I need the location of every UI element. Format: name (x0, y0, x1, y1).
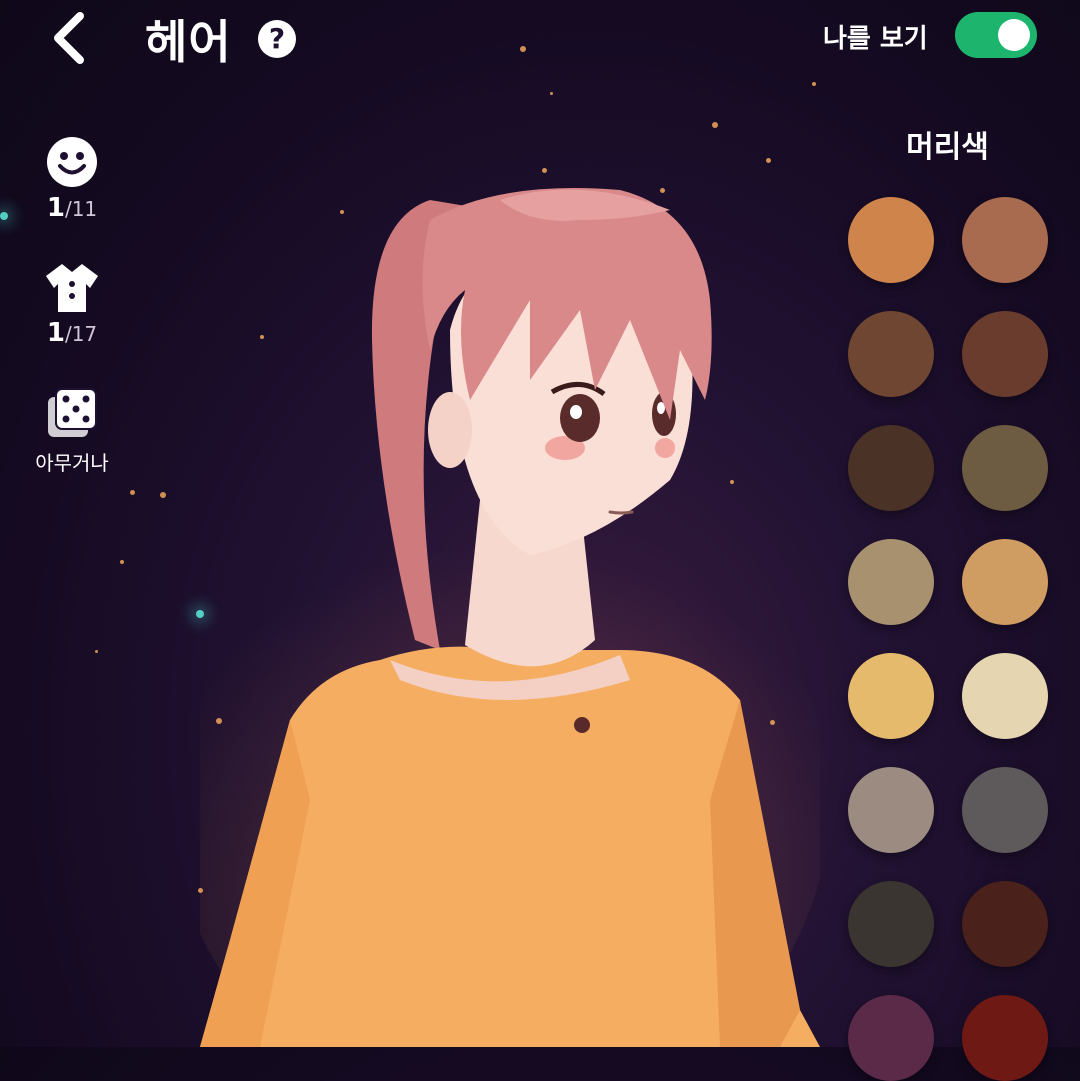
face-count-current: 1 (46, 193, 65, 223)
shirt-icon (46, 264, 98, 312)
avatar-preview (200, 188, 820, 1047)
hair-color-swatch[interactable] (848, 425, 934, 511)
hair-color-swatch[interactable] (962, 197, 1048, 283)
see-me-label: 나를 보기 (823, 24, 928, 54)
chevron-left-icon (54, 12, 84, 64)
hair-color-swatch[interactable] (848, 881, 934, 967)
face-count: 1/11 (40, 193, 104, 223)
page-title: 헤어 (145, 15, 232, 69)
random-label: 아무거나 (35, 451, 109, 475)
see-me-toggle[interactable] (955, 12, 1037, 58)
hair-color-swatch[interactable] (848, 539, 934, 625)
outfit-count-current: 1 (46, 318, 65, 348)
back-button[interactable] (40, 8, 100, 68)
hair-color-swatch[interactable] (962, 653, 1048, 739)
toggle-knob (998, 19, 1030, 51)
hair-color-swatch[interactable] (848, 653, 934, 739)
random-button[interactable]: 아무거나 (22, 385, 122, 476)
hair-color-swatch[interactable] (962, 425, 1048, 511)
smiley-face-icon (47, 137, 97, 187)
dice-icon (48, 388, 97, 437)
hair-color-swatch[interactable] (848, 197, 934, 283)
hair-color-title: 머리색 (906, 130, 989, 165)
face-count-total: /11 (64, 197, 98, 221)
face-category-button[interactable]: 1/11 (40, 135, 104, 223)
outfit-count: 1/17 (40, 318, 104, 348)
hair-color-swatch[interactable] (962, 539, 1048, 625)
outfit-category-button[interactable]: 1/17 (40, 262, 104, 348)
hair-color-swatch[interactable] (962, 881, 1048, 967)
hair-color-swatch[interactable] (848, 311, 934, 397)
hair-color-swatch[interactable] (848, 995, 934, 1081)
hair-color-swatch[interactable] (962, 311, 1048, 397)
hair-color-swatch[interactable] (962, 995, 1048, 1081)
hair-color-swatch[interactable] (962, 767, 1048, 853)
hair-color-swatch[interactable] (848, 767, 934, 853)
outfit-count-total: /17 (64, 322, 98, 346)
help-icon[interactable]: ? (258, 20, 296, 58)
